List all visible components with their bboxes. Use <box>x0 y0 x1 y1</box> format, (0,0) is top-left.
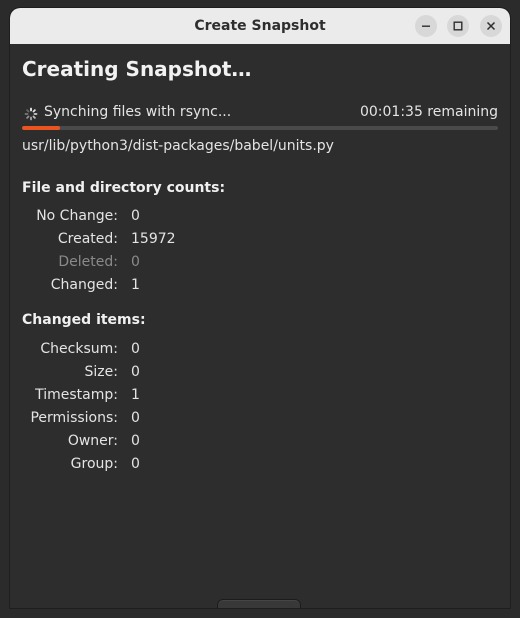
count-value: 0 <box>131 254 140 270</box>
changed-value: 0 <box>131 433 140 449</box>
minimize-icon <box>422 25 430 27</box>
cancel-button[interactable]: Cancel <box>217 599 301 608</box>
changed-label: Size: <box>84 364 118 380</box>
changed-label: Checksum: <box>40 341 118 357</box>
changed-label: Owner: <box>67 433 118 449</box>
count-label: Created: <box>57 231 118 247</box>
changed-value: 0 <box>131 341 140 357</box>
changed-row-size: Size: 0 <box>10 364 310 384</box>
close-button[interactable] <box>480 15 502 37</box>
changed-row-timestamp: Timestamp: 1 <box>10 387 310 407</box>
count-row-deleted: Deleted: 0 <box>10 254 310 274</box>
count-value: 15972 <box>131 231 176 247</box>
changed-row-group: Group: 0 <box>10 456 310 476</box>
count-label: No Change: <box>36 208 118 224</box>
changed-row-owner: Owner: 0 <box>10 433 310 453</box>
changed-value: 0 <box>131 410 140 426</box>
time-remaining: 00:01:35 remaining <box>359 104 498 120</box>
count-value: 1 <box>131 277 140 293</box>
progress-fill <box>22 126 61 130</box>
changed-row-permissions: Permissions: 0 <box>10 410 310 430</box>
changed-section-title: Changed items: <box>22 312 146 328</box>
page-title: Creating Snapshot… <box>22 57 252 81</box>
changed-label: Timestamp: <box>35 387 118 403</box>
count-label: Deleted: <box>58 254 118 270</box>
maximize-icon <box>453 21 463 31</box>
close-icon <box>486 21 496 31</box>
changed-value: 0 <box>131 456 140 472</box>
changed-label: Permissions: <box>30 410 118 426</box>
status-text: Synching files with rsync... <box>44 104 232 120</box>
create-snapshot-window: Create Snapshot Creating Snapshot… Synch… <box>10 8 510 608</box>
counts-section-title: File and directory counts: <box>22 180 226 196</box>
current-file-path: usr/lib/python3/dist-packages/babel/unit… <box>22 138 334 154</box>
spinner-icon <box>24 107 38 121</box>
changed-value: 0 <box>131 364 140 380</box>
changed-label: Group: <box>70 456 118 472</box>
count-row-created: Created: 15972 <box>10 231 310 251</box>
changed-row-checksum: Checksum: 0 <box>10 341 310 361</box>
minimize-button[interactable] <box>415 15 437 37</box>
count-row-no-change: No Change: 0 <box>10 208 310 228</box>
maximize-button[interactable] <box>447 15 469 37</box>
count-value: 0 <box>131 208 140 224</box>
count-label: Changed: <box>50 277 118 293</box>
count-row-changed: Changed: 1 <box>10 277 310 297</box>
titlebar[interactable]: Create Snapshot <box>10 8 510 44</box>
progress-bar <box>22 126 498 130</box>
changed-value: 1 <box>131 387 140 403</box>
